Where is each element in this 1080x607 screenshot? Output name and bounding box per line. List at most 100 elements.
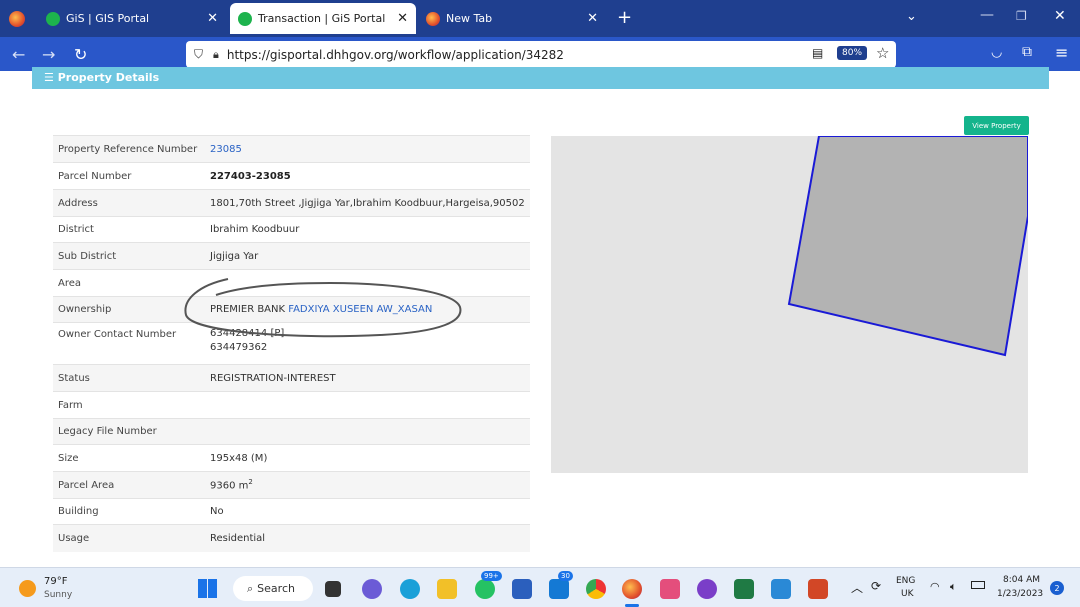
row-label: Parcel Number <box>53 162 205 190</box>
restore-icon[interactable]: ❐ <box>1016 9 1027 23</box>
row-label: Sub District <box>53 242 205 270</box>
bookmark-star-icon[interactable]: ☆ <box>876 44 889 62</box>
weather-sun-icon[interactable] <box>19 580 36 597</box>
onedrive-icon[interactable] <box>697 579 717 599</box>
table-row: Farm <box>53 391 530 419</box>
windows-taskbar: 79°F Sunny ⌕ Search 99+ 30 ︿ ⟳ ENG UK ◠ 🔈… <box>0 567 1080 607</box>
reload-icon[interactable]: ↻ <box>74 45 87 64</box>
section-title: Property Details <box>57 71 160 84</box>
tab-gis-portal[interactable]: GiS | GIS Portal ✕ <box>36 3 226 34</box>
update-icon[interactable]: ⟳ <box>871 579 881 593</box>
new-tab-button[interactable]: + <box>617 7 632 28</box>
mail-icon[interactable] <box>549 579 569 599</box>
wifi-icon[interactable]: ◠ <box>930 580 940 593</box>
tray-chevron-up-icon[interactable]: ︿ <box>851 579 863 596</box>
snipping-tool-icon[interactable] <box>660 579 680 599</box>
property-details-header: ☰ Property Details <box>32 67 1049 89</box>
teams-chat-icon[interactable] <box>362 579 382 599</box>
close-window-icon[interactable]: ✕ <box>1054 8 1066 24</box>
size-value: 195x48 (M) <box>205 444 530 472</box>
edge-icon[interactable] <box>400 579 420 599</box>
building-value: No <box>205 498 530 525</box>
reader-view-icon[interactable]: ▤ <box>812 46 823 60</box>
tab-title: Transaction | GiS Portal <box>258 12 386 25</box>
parcel-polygon-map <box>787 136 1028 357</box>
tab-new-tab[interactable]: New Tab ✕ <box>420 3 606 34</box>
browser-tab-bar: GiS | GIS Portal ✕ Transaction | GiS Por… <box>0 0 1080 37</box>
shield-icon[interactable]: ⛉ <box>194 47 203 62</box>
legacy-file-value <box>205 418 530 445</box>
property-reference-link[interactable]: 23085 <box>205 135 530 163</box>
minimize-icon[interactable]: — <box>980 7 994 23</box>
windows-start-icon[interactable] <box>198 579 217 598</box>
clock-time[interactable]: 8:04 AM <box>1003 575 1040 585</box>
chrome-icon[interactable] <box>586 579 606 599</box>
firefox-taskbar-icon[interactable] <box>622 579 642 599</box>
battery-icon[interactable] <box>971 581 985 589</box>
row-label: Parcel Area <box>53 471 205 499</box>
search-icon: ⌕ <box>247 581 254 595</box>
photos-icon[interactable] <box>771 579 791 599</box>
row-label: Legacy File Number <box>53 418 205 445</box>
whatsapp-icon[interactable] <box>475 579 495 599</box>
forward-arrow-icon[interactable]: → <box>42 45 55 64</box>
address-bar[interactable]: ⛉ 🔒︎ https://gisportal.dhhgov.org/workfl… <box>186 41 896 68</box>
page-content: ☰ Property Details Property Reference Nu… <box>0 67 1080 567</box>
navigation-bar: ← → ↻ ⛉ 🔒︎ https://gisportal.dhhgov.org/… <box>0 37 1080 71</box>
district-value: Ibrahim Koodbuur <box>205 216 530 243</box>
lock-icon[interactable]: 🔒︎ <box>213 48 219 62</box>
table-row: Usage Residential <box>53 524 530 552</box>
whatsapp-badge: 99+ <box>481 571 502 581</box>
search-label: Search <box>257 582 295 595</box>
unit-superscript: 2 <box>248 478 253 487</box>
ownership-annotation-circle <box>184 278 462 338</box>
parcel-number-value: 227403-23085 <box>205 162 530 190</box>
firefox-icon[interactable] <box>9 11 25 27</box>
tab-title: New Tab <box>446 12 493 25</box>
address-value: 1801,70th Street ,Jigjiga Yar,Ibrahim Ko… <box>205 189 530 217</box>
row-label: Address <box>53 189 205 217</box>
word-icon[interactable] <box>512 579 532 599</box>
zoom-level-badge[interactable]: 80% <box>837 46 868 60</box>
powerpoint-icon[interactable] <box>808 579 828 599</box>
row-label: Farm <box>53 391 205 419</box>
usage-value: Residential <box>205 524 530 552</box>
table-row: Address 1801,70th Street ,Jigjiga Yar,Ibr… <box>53 189 530 217</box>
volume-icon[interactable]: 🔈︎ <box>950 580 957 594</box>
table-row: Sub District Jigjiga Yar <box>53 242 530 270</box>
table-row: Status REGISTRATION-INTEREST <box>53 364 530 392</box>
language-code[interactable]: ENG <box>896 576 915 586</box>
view-property-button[interactable]: View Property <box>964 116 1029 135</box>
parcel-area-number: 9360 m <box>210 480 249 492</box>
weather-description[interactable]: Sunny <box>44 590 72 600</box>
close-tab-icon[interactable]: ✕ <box>207 11 218 26</box>
url-text[interactable]: https://gisportal.dhhgov.org/workflow/ap… <box>227 48 564 62</box>
notification-badge[interactable]: 2 <box>1050 581 1064 595</box>
file-explorer-icon[interactable] <box>437 579 457 599</box>
close-tab-icon[interactable]: ✕ <box>587 11 598 26</box>
parcel-map[interactable] <box>551 136 1028 473</box>
menu-icon[interactable]: ≡ <box>1055 43 1068 62</box>
task-view-icon[interactable] <box>325 581 341 597</box>
table-row: Building No <box>53 498 530 525</box>
extensions-icon[interactable]: ⧉ <box>1022 44 1032 60</box>
farm-value <box>205 391 530 419</box>
close-tab-icon[interactable]: ✕ <box>397 11 408 26</box>
gis-portal-favicon <box>238 11 252 26</box>
weather-temperature[interactable]: 79°F <box>44 576 67 587</box>
pocket-icon[interactable]: ◡ <box>991 45 1002 60</box>
table-row: District Ibrahim Koodbuur <box>53 216 530 243</box>
clock-date[interactable]: 1/23/2023 <box>997 589 1043 599</box>
row-label: Property Reference Number <box>53 135 205 163</box>
row-label: District <box>53 216 205 243</box>
language-region[interactable]: UK <box>901 589 914 599</box>
back-arrow-icon[interactable]: ← <box>12 45 25 64</box>
tab-transaction[interactable]: Transaction | GiS Portal ✕ <box>230 3 416 34</box>
gis-portal-favicon <box>46 11 60 26</box>
parcel-polygon <box>787 136 1028 357</box>
excel-icon[interactable] <box>734 579 754 599</box>
list-icon: ☰ <box>44 71 58 84</box>
taskbar-search[interactable]: ⌕ Search <box>233 576 313 601</box>
tab-list-icon[interactable]: ⌄ <box>906 9 917 24</box>
table-row: Legacy File Number <box>53 418 530 445</box>
